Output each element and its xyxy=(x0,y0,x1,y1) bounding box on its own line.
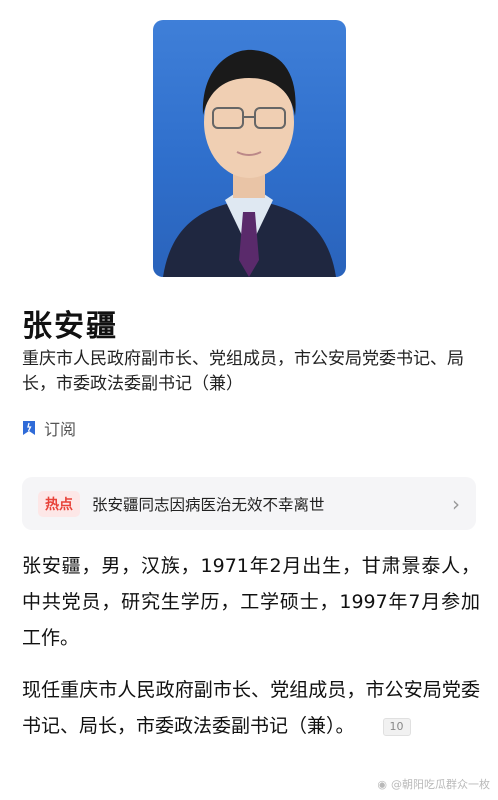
watermark: ◉ @朝阳吃瓜群众一枚 xyxy=(377,776,490,792)
position-title: 重庆市人民政府副市长、党组成员，市公安局党委书记、局长，市委政法委副书记（兼） xyxy=(22,349,464,394)
portrait-photo xyxy=(153,20,346,277)
bio-paragraph-1: 张安疆，男，汉族，1971年2月出生，甘肃景泰人，中共党员，研究生学历，工学硕士… xyxy=(22,555,480,649)
bookmark-icon xyxy=(23,421,35,435)
hot-badge: 热点 xyxy=(38,490,80,517)
hot-news-text: 张安疆同志因病医治无效不幸离世 xyxy=(92,495,325,514)
bio-paragraph-2-text: 现任重庆市人民政府副市长、党组成员，市公安局党委书记、局长，市委政法委副书记（兼… xyxy=(22,679,480,737)
watermark-text: @朝阳吃瓜群众一枚 xyxy=(391,778,490,791)
hot-news-card[interactable]: 热点 张安疆同志因病医治无效不幸离世 › xyxy=(22,477,476,530)
page-title: 张安疆 xyxy=(22,309,118,344)
subscribe-label: 订阅 xyxy=(44,420,77,439)
reference-badge[interactable]: 10 xyxy=(382,717,411,736)
subscribe-button[interactable]: 订阅 xyxy=(22,416,76,440)
chevron-right-icon: › xyxy=(452,491,460,516)
bio-paragraph-2: 现任重庆市人民政府副市长、党组成员，市公安局党委书记、局长，市委政法委副书记（兼… xyxy=(22,672,480,744)
weibo-icon: ◉ xyxy=(377,777,387,791)
